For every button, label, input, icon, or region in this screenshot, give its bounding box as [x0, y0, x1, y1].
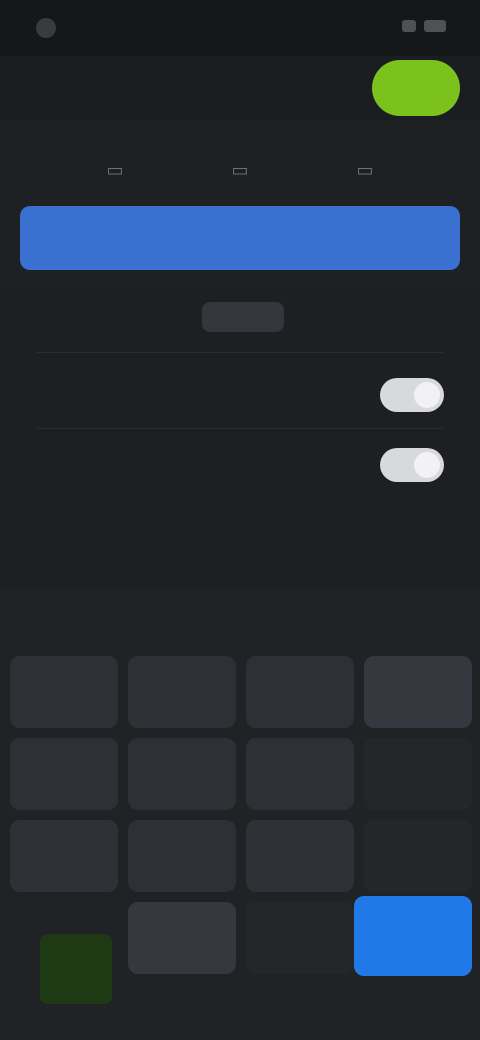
tab-3[interactable]: ▭	[310, 154, 420, 186]
key[interactable]	[10, 738, 118, 810]
tab-icon: ▭	[231, 159, 249, 181]
key[interactable]	[128, 656, 236, 728]
key[interactable]	[364, 656, 472, 728]
status-indicator	[36, 18, 56, 38]
divider	[36, 352, 444, 353]
tab-bar: ▭ ▭ ▭	[60, 150, 420, 190]
setting-value-chip[interactable]	[202, 302, 284, 332]
key[interactable]	[364, 820, 472, 892]
setting-row-1	[36, 296, 444, 340]
key[interactable]	[128, 902, 236, 974]
toggle-knob	[414, 382, 440, 408]
setting-row-3	[36, 442, 444, 486]
toggle-knob	[414, 452, 440, 478]
status-bar	[0, 0, 480, 56]
toggle-switch[interactable]	[380, 448, 444, 482]
tab-1[interactable]: ▭	[60, 154, 170, 186]
divider	[36, 428, 444, 429]
key[interactable]	[246, 656, 354, 728]
setting-row-2	[36, 372, 444, 416]
tab-icon: ▭	[106, 159, 124, 181]
app-screen: ▭ ▭ ▭	[0, 0, 480, 1040]
status-right	[402, 20, 446, 32]
tab-2[interactable]: ▭	[185, 154, 295, 186]
toggle-switch[interactable]	[380, 378, 444, 412]
enter-key[interactable]	[354, 896, 472, 976]
signal-icon	[402, 20, 416, 32]
key[interactable]	[128, 738, 236, 810]
go-button[interactable]	[372, 60, 460, 116]
status-left	[36, 18, 66, 38]
primary-action-button[interactable]	[20, 206, 460, 270]
key[interactable]	[10, 820, 118, 892]
key[interactable]	[364, 738, 472, 810]
key-indicator	[40, 934, 112, 1004]
tab-icon: ▭	[356, 159, 374, 181]
key[interactable]	[246, 820, 354, 892]
battery-icon	[424, 20, 446, 32]
key[interactable]	[10, 656, 118, 728]
key[interactable]	[246, 738, 354, 810]
toolbar-labels	[0, 110, 480, 138]
key[interactable]	[128, 820, 236, 892]
key[interactable]	[246, 902, 354, 974]
